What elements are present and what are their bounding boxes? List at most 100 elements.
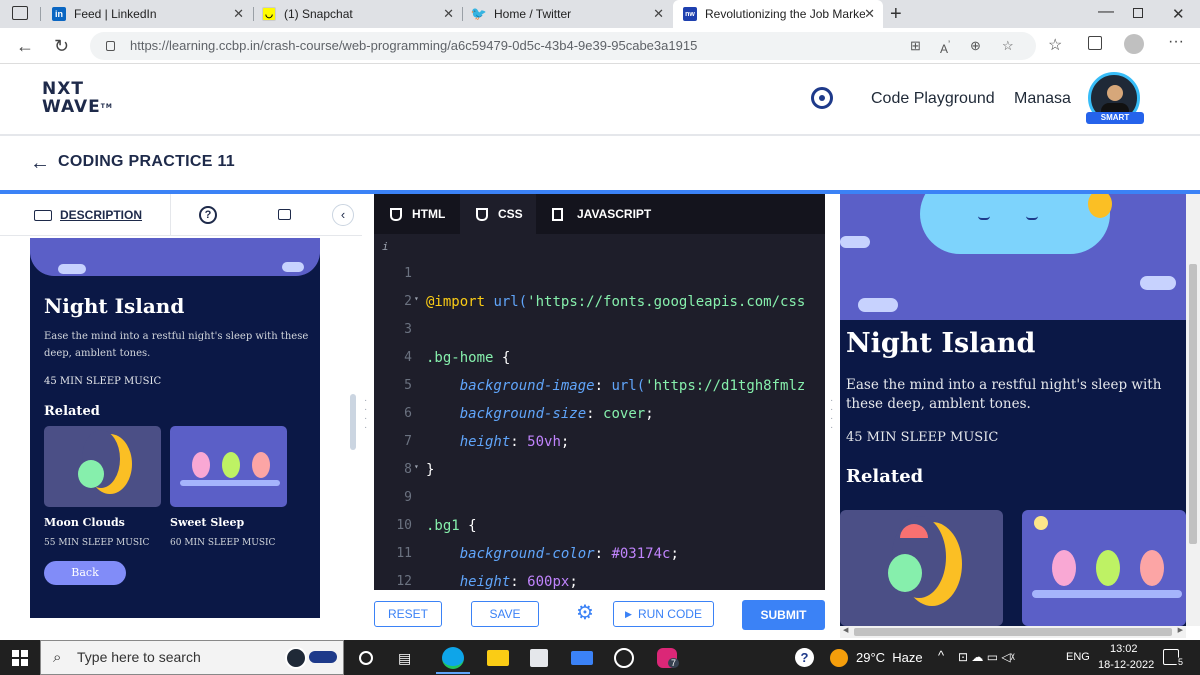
- resize-handle[interactable]: · · · ·: [364, 396, 368, 433]
- favorite-add-icon[interactable]: ☆: [1002, 32, 1014, 60]
- comment-icon[interactable]: [278, 209, 291, 220]
- browser-tab-linkedin[interactable]: in Feed | LinkedIn ✕: [42, 0, 252, 28]
- clock-date[interactable]: 18-12-2022: [1098, 659, 1154, 671]
- timer-icon[interactable]: [811, 87, 833, 109]
- windows-start-icon[interactable]: [12, 650, 28, 666]
- preview-duration: 45 MIN SLEEP MUSIC: [44, 376, 162, 387]
- back-arrow-icon[interactable]: ←: [30, 152, 50, 175]
- card-image-moon-clouds: [44, 426, 161, 507]
- page-title: CODING PRACTICE 11: [58, 153, 235, 170]
- linkedin-icon: in: [52, 7, 66, 21]
- help-icon[interactable]: ?: [795, 648, 814, 667]
- code-area[interactable]: i 1 @import url('https://fonts.googleapi…: [374, 234, 825, 590]
- help-icon[interactable]: ?: [199, 206, 217, 224]
- edge-browser-icon[interactable]: [442, 647, 464, 669]
- apps-icon[interactable]: ⊞: [910, 32, 921, 60]
- system-tray-icons[interactable]: ⊡ ☁ ▭ ◁ᵡ: [958, 650, 1015, 664]
- card-subtitle: 55 MIN SLEEP MUSIC: [44, 538, 150, 548]
- tab-javascript[interactable]: JAVASCRIPT: [536, 194, 666, 234]
- description-icon: [34, 209, 52, 221]
- url-input[interactable]: https://learning.ccbp.in/crash-course/we…: [90, 32, 1036, 60]
- weather-icon: [830, 649, 848, 667]
- tab-actions-icon[interactable]: [12, 6, 28, 20]
- code-playground-link[interactable]: Code Playground: [871, 90, 995, 108]
- code-editor: HTML CSS JAVASCRIPT i 1 @import url('htt…: [374, 194, 825, 590]
- language-indicator[interactable]: ENG: [1066, 651, 1090, 663]
- user-name[interactable]: Manasa: [1014, 90, 1071, 108]
- widgets-icon[interactable]: ▤: [398, 650, 411, 667]
- tab-description[interactable]: DESCRIPTION: [34, 208, 142, 222]
- editor-actions: RESET SAVE ⚙ ▶ RUN CODE SUBMIT: [362, 590, 840, 640]
- tab-title: Revolutionizing the Job Market |: [705, 7, 865, 21]
- refresh-icon[interactable]: ↻: [54, 36, 69, 56]
- card-subtitle: 60 MIN SLEEP MUSIC: [170, 538, 276, 548]
- store-icon[interactable]: [530, 649, 548, 667]
- code-line: 7 }: [404, 434, 435, 478]
- windows-taskbar: ⌕ Type here to search ▤ 7 ? 29°C Haze ^ …: [0, 640, 1200, 675]
- more-menu-icon[interactable]: ···: [1168, 33, 1184, 51]
- preview-vertical-scrollbar[interactable]: [1186, 194, 1200, 626]
- code-line: 6 height: 50vh;: [404, 406, 570, 450]
- code-line: 11 height: 600px;: [396, 546, 578, 590]
- favorites-icon[interactable]: ☆: [1048, 35, 1062, 55]
- hero-image: [30, 238, 320, 276]
- zoom-icon[interactable]: ⊕: [970, 32, 981, 60]
- file-explorer-icon[interactable]: [487, 650, 509, 666]
- browser-tab-nxtwave[interactable]: nw Revolutionizing the Job Market | ✕: [673, 0, 883, 28]
- cloud-character: [920, 194, 1110, 254]
- site-header: NXT WAVETM Code Playground Manasa SMART: [0, 64, 1200, 136]
- code-line: 4 background-image: url('https://d1tgh8f…: [404, 350, 806, 394]
- notification-count: 5: [1176, 657, 1186, 667]
- panel-tabs: DESCRIPTION ? ‹: [0, 194, 362, 236]
- code-line: 9 .bg1 {: [404, 490, 477, 534]
- close-icon[interactable]: ✕: [653, 6, 664, 22]
- resize-handle[interactable]: · · · ·: [830, 396, 834, 433]
- related-heading: Related: [846, 466, 924, 487]
- tab-css[interactable]: CSS: [460, 194, 536, 234]
- taskbar-search-input[interactable]: ⌕ Type here to search: [40, 640, 344, 675]
- mail-icon[interactable]: [571, 651, 593, 665]
- app-icon[interactable]: [614, 648, 634, 668]
- restore-button[interactable]: [1133, 8, 1143, 18]
- clock-time[interactable]: 13:02: [1110, 643, 1138, 655]
- submit-button[interactable]: SUBMIT: [742, 600, 825, 630]
- panel-scrollbar[interactable]: [350, 394, 356, 450]
- chevron-up-icon[interactable]: ^: [938, 648, 944, 663]
- preview-title: Night Island: [846, 328, 1036, 359]
- collapse-panel-button[interactable]: ‹: [332, 204, 354, 226]
- code-line: 3 .bg-home {: [404, 322, 511, 366]
- code-line: 10 background-color: #03174c;: [396, 518, 679, 562]
- task-view-icon[interactable]: [359, 651, 373, 665]
- profile-icon[interactable]: [1124, 34, 1144, 54]
- html5-icon: [390, 207, 402, 221]
- browser-tab-snapchat[interactable]: ◡ (1) Snapchat ✕: [252, 0, 462, 28]
- browser-tab-twitter[interactable]: 🐦 Home / Twitter ✕: [462, 0, 672, 28]
- back-button[interactable]: Back: [44, 561, 126, 585]
- notification-badge: 7: [668, 658, 680, 668]
- weather-text[interactable]: 29°C Haze: [856, 650, 923, 665]
- search-highlight-image: [285, 647, 307, 669]
- close-icon[interactable]: ✕: [443, 6, 454, 22]
- settings-gear-icon[interactable]: ⚙: [576, 602, 594, 624]
- fold-arrow-icon[interactable]: ▾: [414, 294, 419, 303]
- code-line: 1 @import url('https://fonts.googleapis.…: [404, 266, 806, 310]
- close-icon[interactable]: ✕: [233, 6, 244, 22]
- preview-horizontal-scrollbar[interactable]: ◀ ▶: [840, 626, 1186, 638]
- save-button[interactable]: SAVE: [471, 601, 539, 627]
- close-icon[interactable]: ✕: [864, 6, 875, 22]
- collections-icon[interactable]: [1088, 36, 1102, 50]
- new-tab-button[interactable]: +: [890, 3, 902, 26]
- preview-description: Ease the mind into a restful night's sle…: [44, 331, 309, 359]
- read-aloud-icon[interactable]: Aʼ: [940, 32, 950, 63]
- editor-tabs: HTML CSS JAVASCRIPT: [374, 194, 825, 234]
- run-code-button[interactable]: ▶ RUN CODE: [613, 601, 714, 627]
- fold-arrow-icon[interactable]: ▾: [414, 462, 419, 471]
- tab-html[interactable]: HTML: [374, 194, 460, 234]
- card-image-sweet-sleep: [1022, 510, 1186, 626]
- reset-button[interactable]: RESET: [374, 601, 442, 627]
- browser-tab-strip: in Feed | LinkedIn ✕ ◡ (1) Snapchat ✕ 🐦 …: [0, 0, 1200, 28]
- back-arrow-icon[interactable]: ←: [16, 36, 34, 56]
- nxtwave-logo[interactable]: NXT WAVETM: [42, 80, 113, 116]
- minimize-button[interactable]: —: [1098, 3, 1114, 21]
- window-close-button[interactable]: ✕: [1172, 5, 1185, 23]
